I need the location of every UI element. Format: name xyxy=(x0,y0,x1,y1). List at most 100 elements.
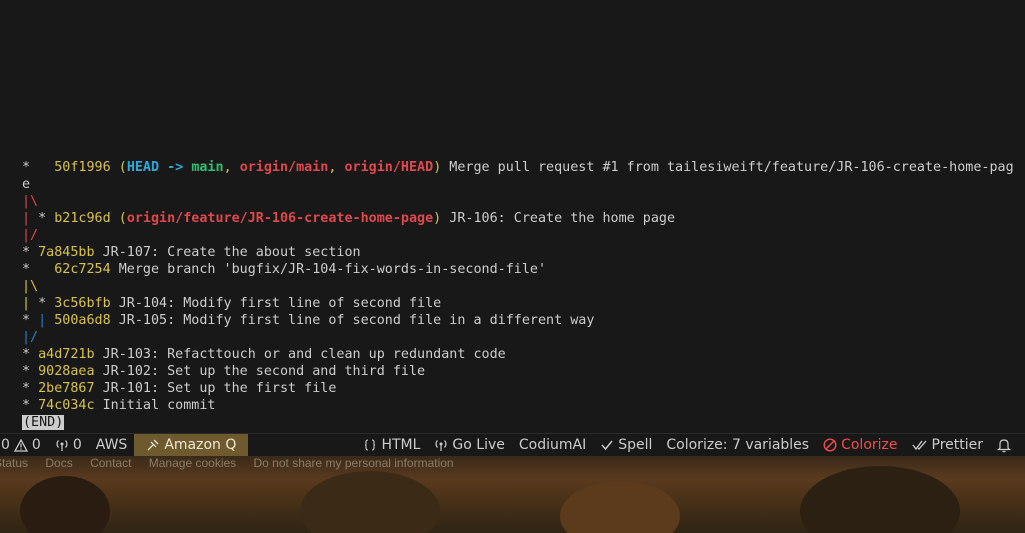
log-line: | * 3c56bfb JR-104: Modify first line of… xyxy=(22,295,1025,312)
log-line: * a4d721b JR-103: Refacttouch or and cle… xyxy=(22,346,1025,363)
footer-link-docs[interactable]: Docs xyxy=(45,456,72,470)
ports-indicator[interactable]: 0 xyxy=(48,434,89,456)
tree-shape xyxy=(800,466,960,533)
log-text: * xyxy=(22,245,39,260)
graph-edge: |\ xyxy=(22,279,39,294)
commit-hash: 9028aea xyxy=(38,364,95,379)
graph-edge: | xyxy=(22,296,39,311)
codium-label: CodiumAI xyxy=(518,437,587,453)
go-live-button[interactable]: Go Live xyxy=(427,434,511,456)
log-line: * 2be7867 JR-101: Set up the first file xyxy=(22,380,1025,397)
log-text: * xyxy=(38,296,55,311)
ports-count: 0 xyxy=(72,437,82,453)
log-text: HEAD -> xyxy=(126,160,192,175)
bell-icon xyxy=(997,438,1011,452)
commit-hash: 62c7254 xyxy=(54,262,111,277)
amazon-q-button[interactable]: Amazon Q xyxy=(134,434,249,456)
warning-icon xyxy=(13,438,28,452)
check-icon xyxy=(601,440,613,451)
log-line: e xyxy=(22,176,1025,193)
commit-hash: 7a845bb xyxy=(38,245,95,260)
footer-link-status[interactable]: Status xyxy=(0,456,28,470)
log-text: JR-105: Modify first line of second file… xyxy=(110,313,595,328)
tree-shape xyxy=(20,476,110,533)
log-text: * xyxy=(22,364,39,379)
log-line: |\ xyxy=(22,278,1025,295)
aws-label: AWS xyxy=(95,437,128,453)
footer-link-privacy[interactable]: Do not share my personal information xyxy=(254,456,454,470)
log-text: Merge branch 'bugfix/JR-104-fix-words-in… xyxy=(110,262,547,277)
log-text: JR-103: Refacttouch or and clean up redu… xyxy=(94,347,506,362)
commit-hash: b21c96d xyxy=(54,211,111,226)
graph-edge: | xyxy=(22,211,39,226)
commit-hash: 2be7867 xyxy=(38,381,95,396)
footer-links: Status Docs Contact Manage cookies Do no… xyxy=(0,456,468,470)
log-text: * xyxy=(22,313,39,328)
log-text: * xyxy=(38,211,55,226)
disabled-icon xyxy=(823,438,837,452)
errors-count: 0 xyxy=(1,437,10,453)
log-text: * xyxy=(22,381,39,396)
colorize-variables-label: Colorize: 7 variables xyxy=(666,437,810,453)
commit-hash: 50f1996 xyxy=(54,160,111,175)
amazon-q-label: Amazon Q xyxy=(164,437,237,453)
log-line: |/ xyxy=(22,227,1025,244)
pager-end-marker: (END) xyxy=(22,415,65,430)
log-line: * 62c7254 Merge branch 'bugfix/JR-104-fi… xyxy=(22,261,1025,278)
log-text: JR-101: Set up the first file xyxy=(94,381,337,396)
commit-hash: a4d721b xyxy=(38,347,95,362)
amazon-q-icon xyxy=(147,439,159,451)
log-text: , xyxy=(328,160,345,175)
language-mode[interactable]: HTML xyxy=(356,434,427,456)
log-text: ( xyxy=(110,160,127,175)
log-text: Merge pull request #1 from tailesiweift/… xyxy=(441,160,1014,175)
commit-hash: 74c034c xyxy=(38,398,95,413)
warnings-count: 0 xyxy=(31,437,41,453)
tree-shape xyxy=(300,471,440,533)
log-text: , xyxy=(223,160,240,175)
log-line: | * b21c96d (origin/feature/JR-106-creat… xyxy=(22,210,1025,227)
broadcast-icon xyxy=(56,440,68,451)
double-check-icon xyxy=(911,440,926,451)
footer-link-contact[interactable]: Contact xyxy=(90,456,131,470)
log-text: JR-102: Set up the second and third file xyxy=(94,364,426,379)
log-line: * 50f1996 (HEAD -> main, origin/main, or… xyxy=(22,159,1025,176)
braces-icon xyxy=(365,439,376,451)
prettier-label: Prettier xyxy=(931,437,984,453)
graph-edge: |\ xyxy=(22,194,39,209)
footer-link-cookies[interactable]: Manage cookies xyxy=(149,456,236,470)
language-label: HTML xyxy=(381,437,421,453)
log-text: main xyxy=(191,160,224,175)
log-line: |/ xyxy=(22,329,1025,346)
prettier-button[interactable]: Prettier xyxy=(905,434,991,456)
colorize-toggle[interactable]: Colorize xyxy=(816,434,904,456)
log-line: * 7a845bb JR-107: Create the about secti… xyxy=(22,244,1025,261)
log-line: |\ xyxy=(22,193,1025,210)
log-text: ( xyxy=(110,211,127,226)
log-text: JR-104: Modify first line of second file xyxy=(110,296,442,311)
log-text: * xyxy=(22,160,55,175)
log-line: * 74c034c Initial commit xyxy=(22,397,1025,414)
log-line: * 9028aea JR-102: Set up the second and … xyxy=(22,363,1025,380)
problems-indicator[interactable]: 0 0 xyxy=(0,434,48,456)
pager-end-line: (END) xyxy=(22,414,1025,431)
log-text: * xyxy=(22,262,55,277)
colorize-variables[interactable]: Colorize: 7 variables xyxy=(659,434,816,456)
commit-hash: 3c56bfb xyxy=(54,296,111,311)
log-text: origin/feature/JR-106-create-home-page xyxy=(126,211,434,226)
log-text: JR-106: Create the home page xyxy=(441,211,676,226)
commit-hash: 500a6d8 xyxy=(54,313,111,328)
log-line: * | 500a6d8 JR-105: Modify first line of… xyxy=(22,312,1025,329)
graph-edge: |/ xyxy=(22,330,39,345)
log-text: origin/main xyxy=(239,160,329,175)
terminal-panel[interactable]: * 50f1996 (HEAD -> main, origin/main, or… xyxy=(0,0,1025,433)
codium-button[interactable]: CodiumAI xyxy=(512,434,593,456)
colorize-label: Colorize xyxy=(841,437,898,453)
notifications-button[interactable] xyxy=(990,434,1025,456)
go-live-label: Go Live xyxy=(452,437,505,453)
aws-status[interactable]: AWS xyxy=(89,434,135,456)
log-text: origin/HEAD xyxy=(344,160,434,175)
spell-button[interactable]: Spell xyxy=(593,434,659,456)
graph-edge: |/ xyxy=(22,228,39,243)
broadcast-icon xyxy=(435,440,447,451)
